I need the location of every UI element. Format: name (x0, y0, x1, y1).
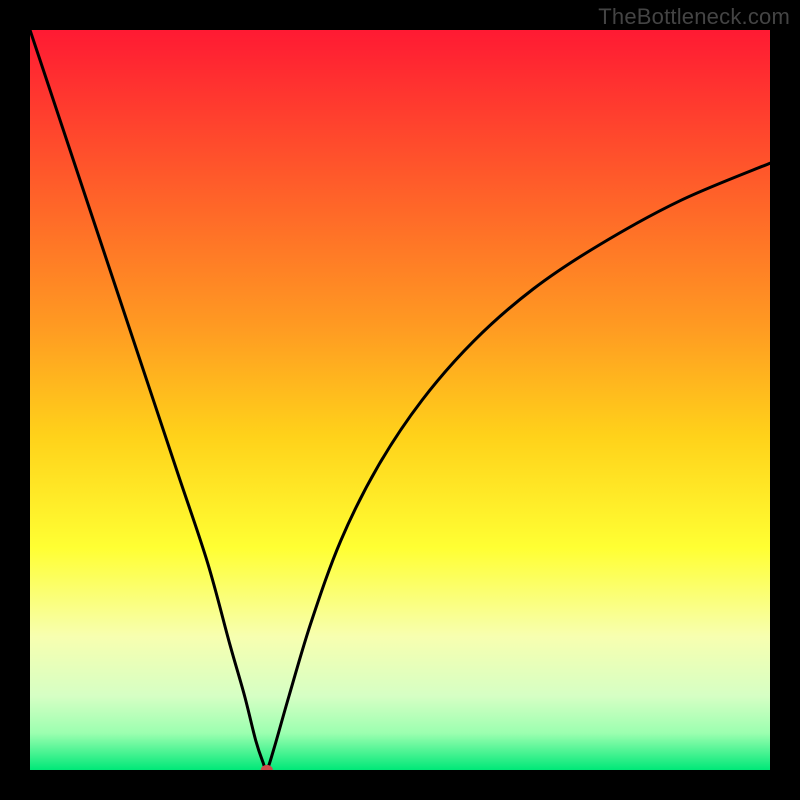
watermark-text: TheBottleneck.com (598, 4, 790, 30)
chart-frame: TheBottleneck.com (0, 0, 800, 800)
chart-plot-area (30, 30, 770, 770)
chart-background (30, 30, 770, 770)
chart-svg (30, 30, 770, 770)
